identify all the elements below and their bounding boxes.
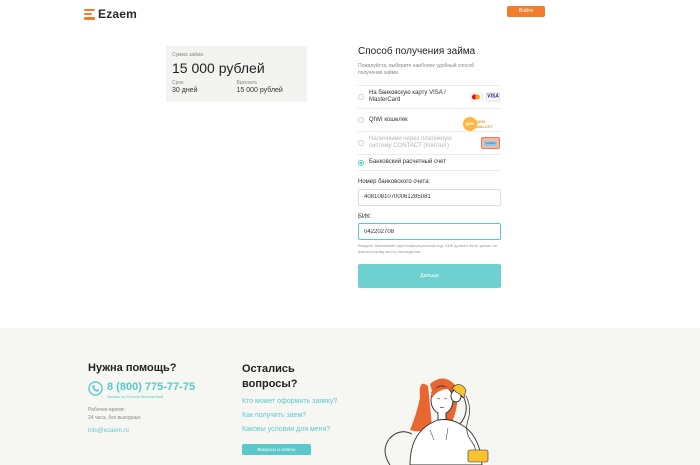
- phone-block: 8 (800) 775-77-75 Звонок по России беспл…: [88, 381, 195, 399]
- footer: Нужна помощь? 8 (800) 775-77-75 Звонок п…: [0, 328, 700, 465]
- term-value: 30 дней: [172, 87, 198, 94]
- loan-summary: Сумма займа 15 000 рублей Срок 30 дней В…: [166, 46, 307, 102]
- header: Ezaem Войти: [0, 0, 700, 28]
- form-title: Способ получения займа: [358, 46, 476, 57]
- method-label: Банковский расчетный счет: [369, 159, 446, 165]
- logo[interactable]: Ezaem: [84, 7, 137, 21]
- method-contact: Наличными через платёжную систему CONTAC…: [358, 131, 501, 154]
- next-button[interactable]: Дальше: [358, 264, 501, 288]
- work-value: 24 часа, без выходных: [88, 415, 141, 421]
- faq-link-how[interactable]: Как получить заем?: [242, 412, 306, 419]
- account-label: Номер банковского счета:: [358, 179, 431, 185]
- mastercard-icon: [470, 92, 484, 102]
- account-input[interactable]: [358, 188, 501, 206]
- term-label: Срок: [172, 80, 184, 86]
- radio-bank-account[interactable]: [358, 159, 364, 166]
- bik-note: Введите банковский идентификационный код…: [358, 243, 498, 254]
- contact-icon: contact: [481, 137, 500, 149]
- method-label: QIWI кошелек: [369, 116, 408, 123]
- bik-label: БИК:: [358, 213, 372, 220]
- payout-method-form: Способ получения займа Пожалуйста, выбер…: [358, 46, 501, 288]
- faq-link-who[interactable]: Кто может оформить заявку?: [242, 398, 337, 405]
- phone-note: Звонок по России бесплатный: [107, 394, 164, 399]
- faq-button[interactable]: Вопросы и ответы: [242, 444, 311, 455]
- qiwi-icon: QIWI QIWI WALLET: [463, 117, 492, 131]
- email-link[interactable]: info@ezaem.ru: [88, 428, 129, 434]
- radio-contact: [358, 140, 364, 146]
- bik-input[interactable]: [358, 223, 501, 240]
- method-bank-card[interactable]: На банковскую карту VISA / MasterCard VI…: [358, 85, 501, 108]
- login-button[interactable]: Войти: [507, 6, 545, 17]
- method-list: На банковскую карту VISA / MasterCard VI…: [358, 85, 501, 171]
- method-label: Наличными через платёжную систему CONTAC…: [369, 136, 452, 149]
- radio-bank-card[interactable]: [358, 94, 364, 100]
- support-woman-illustration: [384, 378, 489, 465]
- form-hint: Пожалуйста, выберите наиболее удобный сп…: [358, 63, 475, 76]
- phone-icon: [88, 381, 103, 396]
- method-label: На банковскую карту VISA / MasterCard: [369, 90, 446, 103]
- method-qiwi[interactable]: QIWI кошелек QIWI QIWI WALLET: [358, 108, 501, 131]
- amount-label: Сумма займа: [172, 52, 204, 58]
- payout-label: Выплата: [236, 80, 257, 86]
- logo-icon: [84, 8, 95, 20]
- work-label: Рабочее время:: [88, 407, 125, 413]
- logo-text: Ezaem: [98, 7, 138, 21]
- visa-icon: VISA: [486, 92, 500, 102]
- phone-number[interactable]: 8 (800) 775-77-75: [107, 381, 195, 393]
- questions-title: Остались вопросы?: [242, 363, 298, 390]
- method-bank-account[interactable]: Банковский расчетный счет: [358, 154, 501, 171]
- radio-qiwi[interactable]: [358, 117, 364, 123]
- payout-value: 15 000 рублей: [236, 87, 283, 94]
- help-title: Нужна помощь?: [88, 362, 177, 374]
- faq-link-conditions[interactable]: Каковы условия для меня?: [242, 426, 330, 433]
- card-icon: VISA: [470, 92, 500, 102]
- amount-value: 15 000 рублей: [172, 60, 265, 76]
